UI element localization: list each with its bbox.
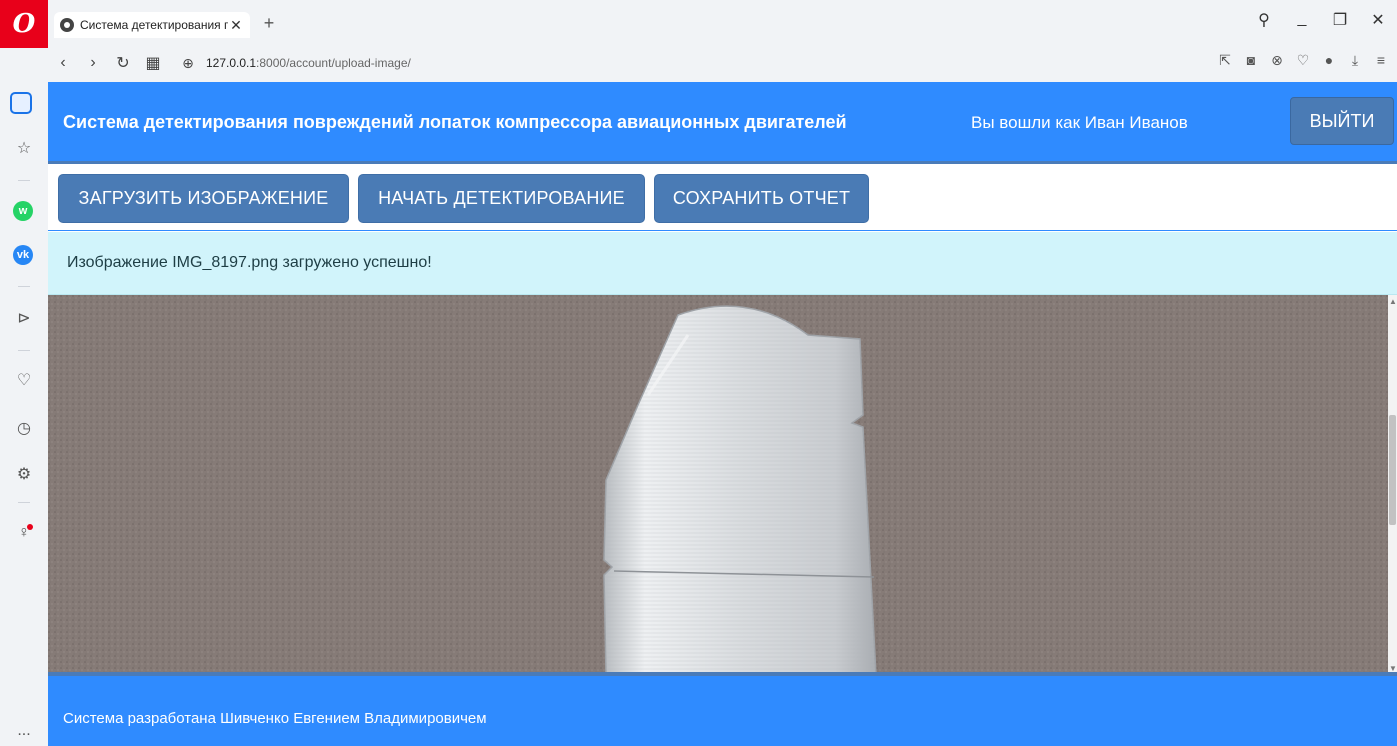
image-scrollbar[interactable]: ▲ ▼ [1388, 295, 1397, 675]
browser-chrome: O Система детектирования п ✕ + ⚲ _ ❐ ✕ ‹… [0, 0, 1397, 82]
url-field[interactable]: 127.0.0.1:8000/account/upload-image/ [206, 56, 411, 70]
opera-logo-icon[interactable]: O [0, 0, 48, 48]
home-icon[interactable] [10, 92, 32, 114]
window-controls: ⚲ _ ❐ ✕ [1245, 10, 1397, 30]
snapshot-icon[interactable]: ◙ [1243, 52, 1259, 69]
minimize-icon[interactable]: _ [1283, 10, 1321, 30]
toolbar-icons: ⇱ ◙ ⊗ ♡ ● ⤓ ≡ [1217, 52, 1389, 69]
search-tabs-icon[interactable]: ⚲ [1245, 10, 1283, 30]
close-window-icon[interactable]: ✕ [1359, 10, 1397, 30]
heart-icon[interactable]: ♡ [0, 370, 48, 390]
new-tab-button[interactable]: + [258, 13, 280, 34]
scroll-up-icon[interactable]: ▲ [1389, 297, 1397, 306]
player-icon[interactable]: ⊳ [0, 308, 48, 328]
adblock-icon[interactable]: ⊗ [1269, 52, 1285, 69]
upload-image-button[interactable]: ЗАГРУЗИТЬ ИЗОБРАЖЕНИЕ [58, 174, 349, 223]
app-footer: Система разработана Шивченко Евгением Вл… [48, 672, 1397, 746]
action-toolbar: ЗАГРУЗИТЬ ИЗОБРАЖЕНИЕ НАЧАТЬ ДЕТЕКТИРОВА… [48, 167, 1397, 231]
download-icon[interactable]: ⤓ [1347, 52, 1363, 69]
address-bar-row: ‹ › ↻ ▦ ⊕ 127.0.0.1:8000/account/upload-… [48, 48, 1397, 78]
notification-dot [27, 524, 33, 530]
logout-button[interactable]: ВЫЙТИ [1290, 97, 1394, 145]
browser-tab[interactable]: Система детектирования п ✕ [54, 12, 250, 38]
sidebar-divider [18, 286, 30, 287]
footer-credits: Система разработана Шивченко Евгением Вл… [63, 710, 487, 727]
more-options-icon[interactable]: ... [0, 722, 48, 740]
page-viewport: Система детектирования повреждений лопат… [48, 82, 1397, 746]
save-report-button[interactable]: СОХРАНИТЬ ОТЧЕТ [654, 174, 869, 223]
alert-message: Изображение IMG_8197.png загружено успеш… [67, 254, 432, 271]
upload-success-alert: Изображение IMG_8197.png загружено успеш… [48, 232, 1397, 295]
url-host: 127.0.0.1 [206, 56, 257, 70]
site-favicon-icon [60, 18, 74, 32]
sidebar-divider [18, 180, 30, 181]
sidebar-divider [18, 502, 30, 503]
reload-icon[interactable]: ↻ [108, 53, 138, 73]
scroll-thumb[interactable] [1389, 415, 1396, 525]
restore-icon[interactable]: ❐ [1321, 10, 1359, 30]
sidebar-divider [18, 350, 30, 351]
history-clock-icon[interactable]: ◷ [0, 418, 48, 438]
app-header: Система детектирования повреждений лопат… [48, 82, 1397, 164]
logged-in-user: Вы вошли как Иван Иванов [971, 113, 1188, 132]
vk-icon[interactable]: vk [13, 245, 33, 265]
bookmark-heart-icon[interactable]: ♡ [1295, 52, 1311, 69]
tab-title: Система детектирования п [80, 18, 228, 32]
share-icon[interactable]: ⇱ [1217, 52, 1233, 69]
whatsapp-icon[interactable]: w [13, 201, 33, 221]
browser-sidebar: ☆ w vk ⊳ ♡ ◷ ⚙ ♀ ... [0, 82, 48, 746]
easy-setup-icon[interactable]: ≡ [1373, 52, 1389, 69]
speed-dial-icon[interactable]: ▦ [138, 53, 168, 73]
tab-close-icon[interactable]: ✕ [228, 17, 244, 34]
back-icon[interactable]: ‹ [48, 54, 78, 72]
settings-gear-icon[interactable]: ⚙ [0, 464, 48, 484]
blade-photo [48, 295, 1388, 675]
start-detection-button[interactable]: НАЧАТЬ ДЕТЕКТИРОВАНИЕ [358, 174, 645, 223]
uploaded-image [48, 295, 1388, 675]
url-path: :8000/account/upload-image/ [256, 56, 411, 70]
forward-icon[interactable]: › [78, 54, 108, 72]
profile-avatar-icon[interactable]: ● [1321, 52, 1337, 69]
app-title: Система детектирования повреждений лопат… [63, 112, 847, 132]
lightbulb-icon[interactable]: ♀ [0, 524, 48, 542]
site-info-icon[interactable]: ⊕ [176, 55, 200, 72]
star-icon[interactable]: ☆ [0, 138, 48, 158]
